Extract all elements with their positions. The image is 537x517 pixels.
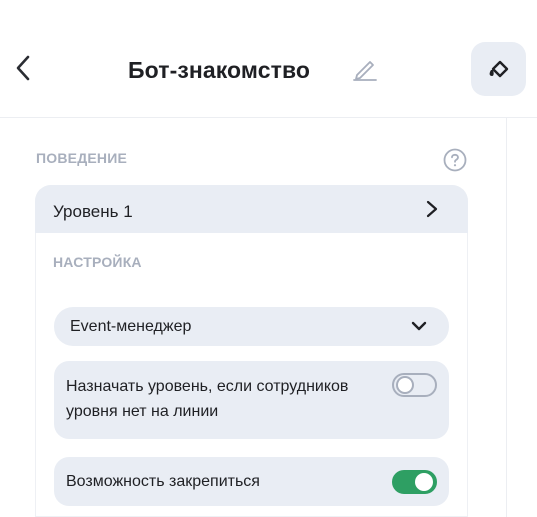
level-selector[interactable]: Уровень 1 <box>35 185 468 233</box>
event-manager-select[interactable]: Event-менеджер <box>54 307 449 346</box>
question-circle-icon[interactable] <box>443 148 467 172</box>
assign-level-toggle[interactable] <box>392 373 437 397</box>
back-button[interactable] <box>10 52 38 84</box>
event-select-value: Event-менеджер <box>70 318 192 335</box>
toggle-thumb <box>415 473 433 491</box>
paint-bucket-icon <box>489 60 508 78</box>
panel-divider <box>506 118 507 517</box>
chevron-left-icon <box>16 55 30 81</box>
settings-section-title: НАСТРОЙКА <box>53 254 142 270</box>
pin-possibility-toggle[interactable] <box>392 470 437 494</box>
assign-level-label: Назначать уровень, если сотрудников уров… <box>66 378 349 420</box>
pencil-icon[interactable] <box>352 56 378 82</box>
chevron-right-icon <box>426 200 438 218</box>
top-header: Бот-знакомство <box>0 0 537 118</box>
pin-possibility-setting: Возможность закрепиться <box>54 457 449 506</box>
pin-possibility-label: Возможность закрепиться <box>66 473 260 490</box>
behavior-section-title: ПОВЕДЕНИЕ <box>36 150 128 166</box>
level-label: Уровень 1 <box>53 202 133 221</box>
chevron-down-icon <box>411 321 427 331</box>
level-settings-card: Уровень 1 НАСТРОЙКА Event-менеджер Назна… <box>35 185 468 517</box>
toggle-thumb <box>396 376 414 394</box>
assign-level-setting: Назначать уровень, если сотрудников уров… <box>54 361 449 439</box>
page-title: Бот-знакомство <box>128 57 311 83</box>
appearance-button[interactable] <box>471 42 526 96</box>
